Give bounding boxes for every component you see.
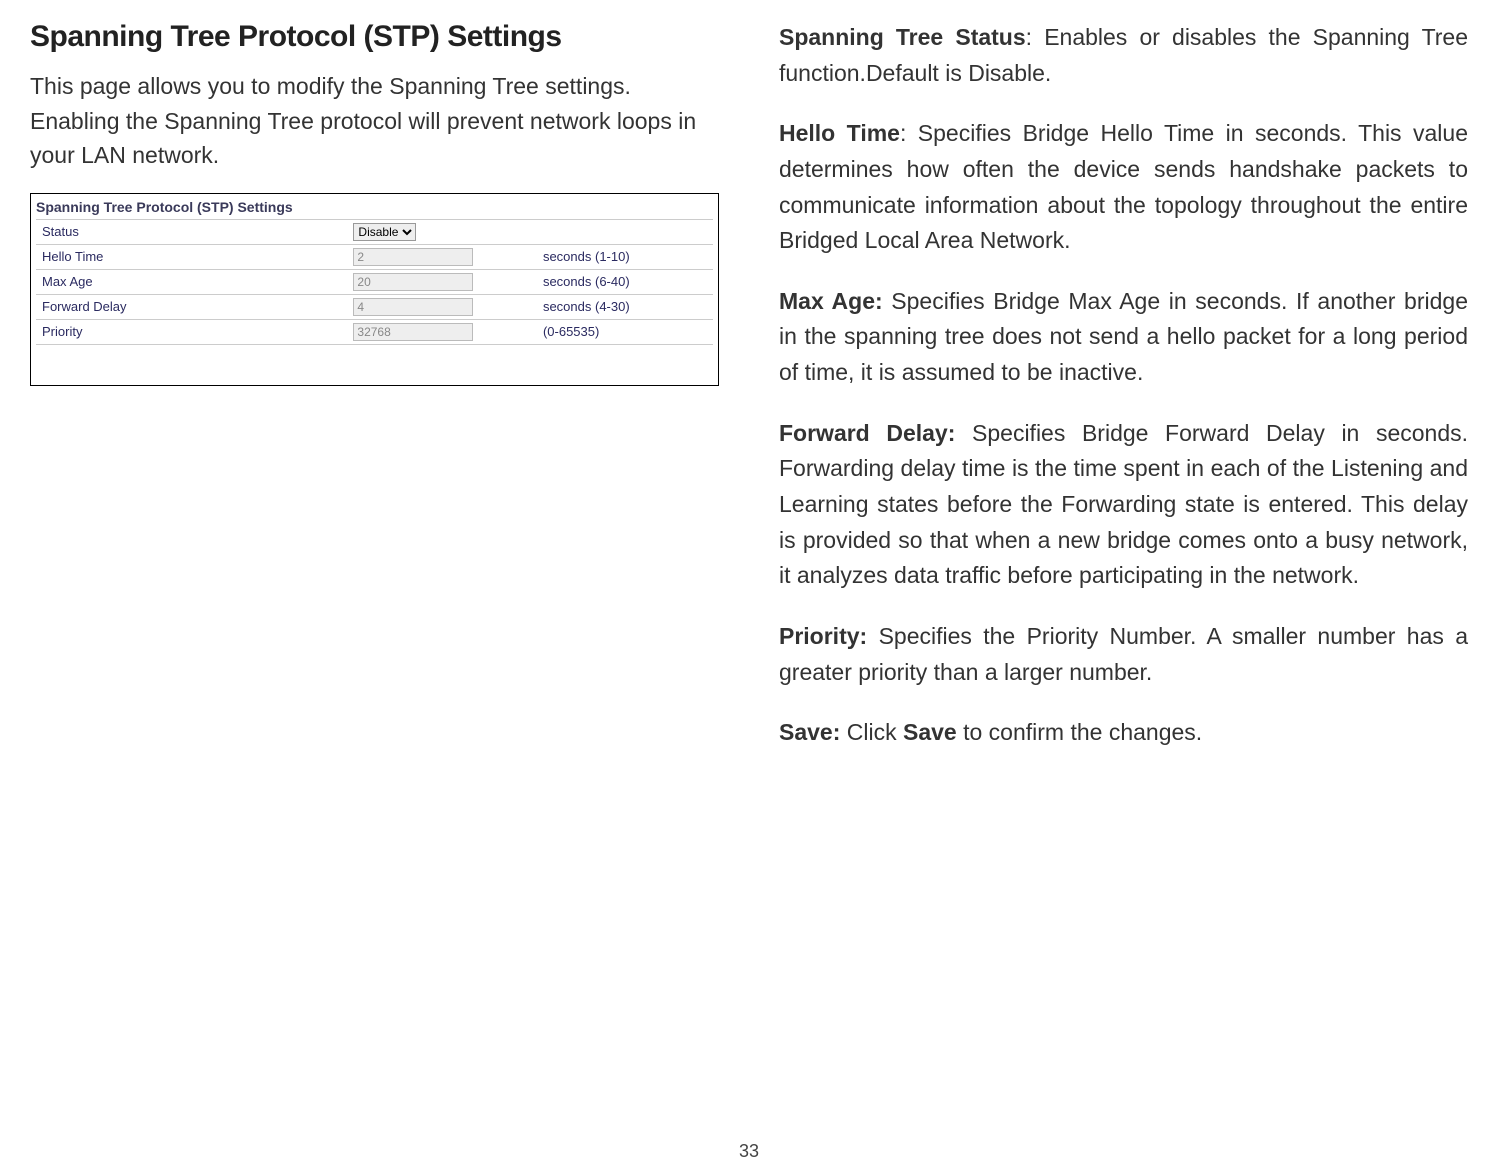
save-pre: Click	[847, 719, 903, 745]
def-forward-delay: Forward Delay: Specifies Bridge Forward …	[779, 416, 1468, 594]
label-hello-time: Hello Time	[36, 244, 347, 269]
status-select[interactable]: Disable	[353, 223, 416, 241]
row-max-age: Max Age seconds (6-40)	[36, 269, 713, 294]
page-number: 33	[0, 1141, 1498, 1162]
text-priority: Specifies the Priority Number. A smaller…	[779, 623, 1468, 685]
label-max-age: Max Age	[36, 269, 347, 294]
sep	[867, 623, 878, 649]
page-content: Spanning Tree Protocol (STP) Settings Th…	[30, 20, 1468, 776]
term-save: Save:	[779, 719, 840, 745]
sep: :	[900, 120, 918, 146]
max-age-input[interactable]	[353, 273, 473, 291]
forward-delay-input[interactable]	[353, 298, 473, 316]
def-spanning-tree-status: Spanning Tree Status: Enables or disable…	[779, 20, 1468, 91]
hint-status	[537, 219, 713, 244]
sep	[883, 288, 892, 314]
hint-max-age: seconds (6-40)	[537, 269, 713, 294]
save-post: to confirm the changes.	[957, 719, 1202, 745]
sep	[955, 420, 972, 446]
term-forward-delay: Forward Delay:	[779, 420, 955, 446]
term-hello-time: Hello Time	[779, 120, 900, 146]
page-title: Spanning Tree Protocol (STP) Settings	[30, 20, 719, 54]
stp-settings-table: Status Disable Hello Time seconds (1-10)…	[36, 219, 713, 345]
sep: :	[1026, 24, 1045, 50]
hello-time-input[interactable]	[353, 248, 473, 266]
priority-input[interactable]	[353, 323, 473, 341]
term-max-age: Max Age:	[779, 288, 883, 314]
label-priority: Priority	[36, 319, 347, 344]
label-status: Status	[36, 219, 347, 244]
label-forward-delay: Forward Delay	[36, 294, 347, 319]
term-spanning-tree-status: Spanning Tree Status	[779, 24, 1026, 50]
stp-settings-panel: Spanning Tree Protocol (STP) Settings St…	[30, 193, 719, 386]
hint-hello-time: seconds (1-10)	[537, 244, 713, 269]
hint-priority: (0-65535)	[537, 319, 713, 344]
save-bold: Save	[903, 719, 957, 745]
row-status: Status Disable	[36, 219, 713, 244]
hint-forward-delay: seconds (4-30)	[537, 294, 713, 319]
right-column: Spanning Tree Status: Enables or disable…	[779, 20, 1468, 776]
row-priority: Priority (0-65535)	[36, 319, 713, 344]
row-hello-time: Hello Time seconds (1-10)	[36, 244, 713, 269]
intro-text: This page allows you to modify the Spann…	[30, 69, 719, 173]
row-forward-delay: Forward Delay seconds (4-30)	[36, 294, 713, 319]
def-save: Save: Click Save to confirm the changes.	[779, 715, 1468, 751]
stp-settings-title: Spanning Tree Protocol (STP) Settings	[36, 199, 713, 215]
left-column: Spanning Tree Protocol (STP) Settings Th…	[30, 20, 719, 776]
def-priority: Priority: Specifies the Priority Number.…	[779, 619, 1468, 690]
term-priority: Priority:	[779, 623, 867, 649]
def-max-age: Max Age: Specifies Bridge Max Age in sec…	[779, 284, 1468, 391]
def-hello-time: Hello Time: Specifies Bridge Hello Time …	[779, 116, 1468, 259]
